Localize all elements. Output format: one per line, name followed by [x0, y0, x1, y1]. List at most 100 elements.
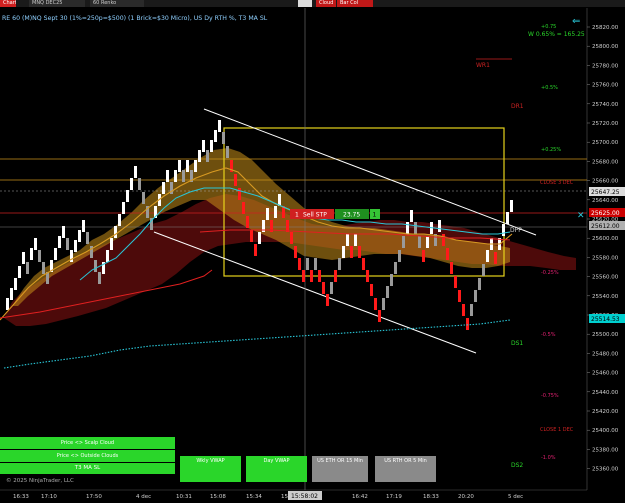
time-tick-label: 16:42 [352, 494, 368, 500]
renko-brick [238, 188, 241, 200]
renko-brick [398, 250, 401, 262]
time-tick-label: 17:10 [41, 494, 57, 500]
renko-brick [326, 294, 329, 306]
renko-brick [54, 248, 57, 260]
renko-brick [362, 258, 365, 270]
t3-ma-sl-button[interactable]: T3 MA SL [0, 463, 175, 474]
renko-brick [126, 190, 129, 202]
wkly-vwap-button[interactable]: Wkly VWAP [180, 456, 241, 482]
day-vwap-button[interactable]: Day VWAP [246, 456, 307, 482]
time-tick-label: 18:33 [423, 494, 439, 500]
renko-brick [198, 150, 201, 162]
price-tick-label: 25680.00 [592, 159, 619, 165]
renko-brick [306, 258, 309, 270]
renko-brick [86, 232, 89, 244]
renko-brick [402, 236, 405, 248]
renko-brick [34, 238, 37, 250]
renko-brick [406, 222, 409, 234]
pct-label: +0.25% [541, 147, 561, 153]
pct-label: -1.0% [541, 455, 556, 461]
renko-brick [294, 246, 297, 258]
renko-brick [458, 290, 461, 302]
renko-brick [26, 262, 29, 274]
renko-brick [298, 258, 301, 270]
renko-brick [246, 216, 249, 228]
outside-clouds-button[interactable]: Price <> Outside Clouds [0, 450, 175, 462]
time-tick-label: 15:34 [246, 494, 262, 500]
renko-brick [410, 210, 413, 222]
time-tick-label: 5 dec [508, 494, 523, 500]
dpp-price-label: 25612.00 [591, 223, 620, 230]
renko-brick [214, 130, 217, 142]
time-tick-label: 16:33 [13, 494, 29, 500]
renko-brick [174, 170, 177, 182]
renko-brick [414, 222, 417, 234]
renko-brick [370, 284, 373, 296]
renko-brick [494, 252, 497, 264]
renko-brick [382, 298, 385, 310]
renko-brick [278, 194, 281, 206]
pct-label: -0.75% [541, 393, 559, 399]
renko-brick [338, 258, 341, 270]
renko-brick [350, 246, 353, 258]
price-tick-label: 25420.00 [592, 409, 619, 415]
stat-line: W 0.65% = 165.25 [528, 31, 585, 38]
level-label-dr1: DR1 [511, 103, 524, 110]
rth-or-button[interactable]: US RTH OR 5 Min [375, 456, 436, 482]
renko-brick [310, 270, 313, 282]
time-tick-label: 4 dec [136, 494, 151, 500]
time-axis-ticks: 16:3317:1017:504 dec10:3115:0815:3415:42… [13, 494, 523, 500]
level-label-close-1dec: CLOSE 1 DEC [540, 427, 574, 433]
renko-brick [142, 192, 145, 204]
renko-brick [166, 170, 169, 182]
price-tick-label: 25360.00 [592, 467, 619, 473]
chart-title: RE 60 (M)NQ Sept 30 (1%=250p=$500) (1 Br… [2, 15, 268, 22]
order-qty: 1 [295, 212, 299, 219]
time-tick-label: 15:08 [210, 494, 226, 500]
renko-brick [254, 244, 257, 256]
renko-brick [438, 220, 441, 232]
renko-brick [66, 238, 69, 250]
renko-brick [482, 264, 485, 276]
renko-brick [454, 276, 457, 288]
renko-brick [234, 174, 237, 186]
price-tick-label: 25820.00 [592, 25, 619, 31]
price-tick-label: 25600.00 [592, 236, 619, 242]
collapse-arrow-icon[interactable]: ⇐ [572, 16, 580, 27]
level-label-wr1: WR1 [476, 62, 490, 69]
eth-or-button[interactable]: US ETH OR 15 Min [312, 456, 368, 482]
renko-brick [302, 270, 305, 282]
scalp-cloud-button[interactable]: Price <> Scalp Cloud [0, 437, 175, 449]
renko-brick [418, 236, 421, 248]
renko-brick [218, 120, 221, 132]
time-tick-label: 10:31 [176, 494, 192, 500]
renko-brick [366, 270, 369, 282]
renko-brick [342, 246, 345, 258]
renko-brick [510, 200, 513, 212]
price-tick-label: 25460.00 [592, 371, 619, 377]
renko-brick [94, 260, 97, 272]
level-label-close-3dec: CLOSE 3 DEC [540, 180, 574, 186]
order-marker[interactable]: 1 Sell STP 23.75 1 [290, 209, 380, 219]
renko-brick [318, 270, 321, 282]
order-price-axis-label: 25625.00 [591, 210, 620, 217]
renko-brick [58, 236, 61, 248]
renko-brick [186, 160, 189, 172]
price-tick-label: 25640.00 [592, 198, 619, 204]
renko-brick [134, 166, 137, 178]
renko-brick [250, 230, 253, 242]
renko-brick [386, 286, 389, 298]
renko-brick [466, 318, 469, 330]
renko-brick [358, 246, 361, 258]
price-tick-label: 25780.00 [592, 63, 619, 69]
price-tick-label: 25500.00 [592, 332, 619, 338]
renko-brick [122, 202, 125, 214]
renko-chart[interactable]: RE 60 (M)NQ Sept 30 (1%=250p=$500) (1 Br… [0, 0, 625, 503]
renko-brick [242, 202, 245, 214]
renko-brick [266, 208, 269, 220]
renko-brick [118, 214, 121, 226]
close-position-icon[interactable]: ✕ [577, 211, 585, 221]
renko-brick [258, 232, 261, 244]
renko-brick [162, 182, 165, 194]
renko-brick [450, 262, 453, 274]
